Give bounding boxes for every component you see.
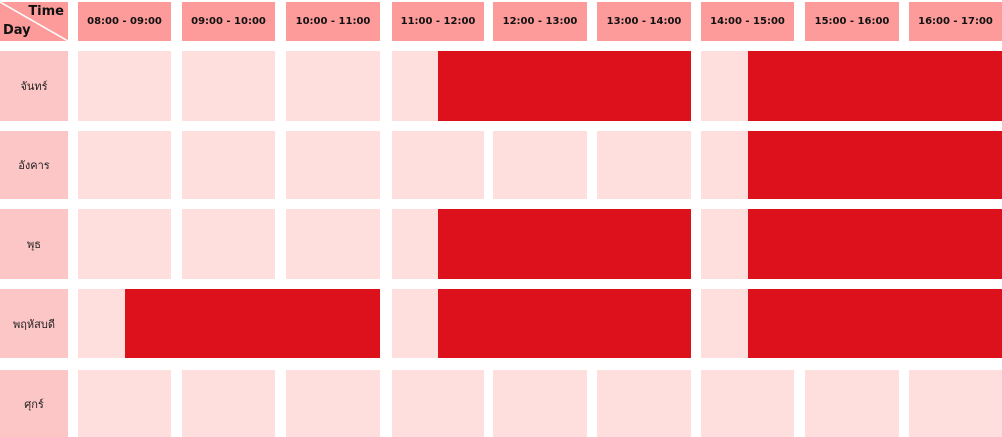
time-slot-cell[interactable] <box>182 131 275 199</box>
day-label: พุธ <box>0 209 68 279</box>
time-slot-cell[interactable] <box>182 370 275 437</box>
time-slot-cell[interactable] <box>805 370 899 437</box>
time-slot-cell[interactable] <box>286 51 380 121</box>
time-slot-cell[interactable] <box>597 370 691 437</box>
corner-time-label: Time <box>28 4 64 19</box>
time-slot-header: 10:00 - 11:00 <box>286 2 380 41</box>
time-slot-header: 12:00 - 13:00 <box>493 2 587 41</box>
time-slot-cell[interactable] <box>493 370 587 437</box>
day-label: จันทร์ <box>0 51 68 121</box>
day-label: พฤหัสบดี <box>0 289 68 358</box>
time-slot-cell[interactable] <box>392 370 484 437</box>
time-slot-cell[interactable] <box>182 51 275 121</box>
time-slot-header: 08:00 - 09:00 <box>78 2 171 41</box>
time-slot-cell[interactable] <box>392 131 484 199</box>
time-slot-cell[interactable] <box>597 131 691 199</box>
time-slot-cell[interactable] <box>78 209 171 279</box>
time-slot-header: 16:00 - 17:00 <box>909 2 1002 41</box>
booked-block[interactable] <box>438 51 691 121</box>
day-label: ศุกร์ <box>0 370 68 437</box>
time-slot-cell[interactable] <box>909 370 1002 437</box>
booked-block[interactable] <box>124 289 380 358</box>
booked-block[interactable] <box>438 209 691 279</box>
booked-block[interactable] <box>747 51 1002 121</box>
time-slot-cell[interactable] <box>701 370 794 437</box>
time-slot-header: 15:00 - 16:00 <box>805 2 899 41</box>
time-slot-cell[interactable] <box>286 131 380 199</box>
corner-day-label: Day <box>3 23 31 38</box>
booked-block[interactable] <box>438 289 691 358</box>
time-slot-header: 11:00 - 12:00 <box>392 2 484 41</box>
time-slot-cell[interactable] <box>286 209 380 279</box>
time-slot-header: 09:00 - 10:00 <box>182 2 275 41</box>
time-slot-cell[interactable] <box>78 370 171 437</box>
time-slot-cell[interactable] <box>286 370 380 437</box>
time-day-corner-header: Time Day <box>0 2 68 41</box>
booked-block[interactable] <box>747 209 1002 279</box>
time-slot-cell[interactable] <box>78 131 171 199</box>
time-slot-cell[interactable] <box>78 51 171 121</box>
booked-block[interactable] <box>747 289 1002 358</box>
time-slot-cell[interactable] <box>493 131 587 199</box>
booked-block[interactable] <box>747 131 1002 199</box>
time-slot-header: 13:00 - 14:00 <box>597 2 691 41</box>
time-slot-cell[interactable] <box>182 209 275 279</box>
time-slot-header: 14:00 - 15:00 <box>701 2 794 41</box>
day-label: อังคาร <box>0 131 68 199</box>
